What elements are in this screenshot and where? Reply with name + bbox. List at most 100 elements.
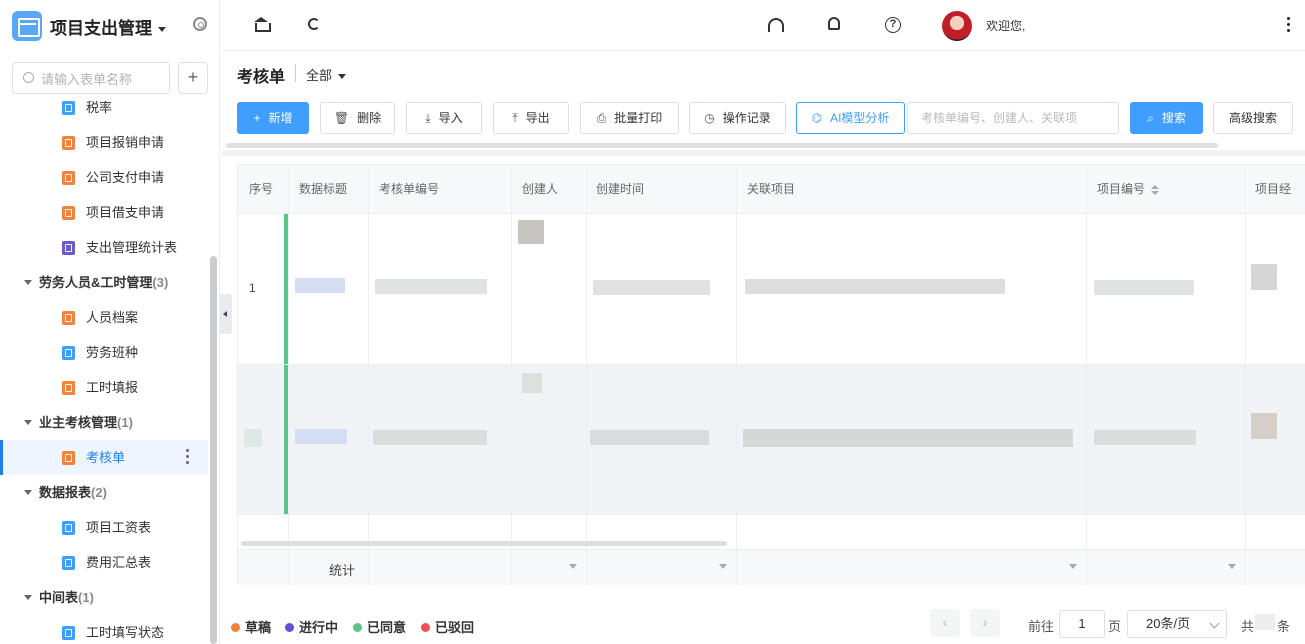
app-logo-icon	[12, 11, 42, 41]
caret-down-icon	[24, 490, 32, 495]
column-header-created-time[interactable]: 创建时间	[596, 165, 645, 213]
page-size-select[interactable]: 20条/页	[1127, 610, 1227, 638]
add-button[interactable]: + 新增	[237, 102, 309, 134]
sidebar-item-project-payroll[interactable]: 项目工资表	[0, 510, 208, 545]
download-icon: ⤓	[425, 111, 431, 125]
caret-down-icon[interactable]	[1228, 564, 1236, 569]
row-index: 1	[249, 281, 256, 295]
avatar[interactable]	[942, 11, 972, 41]
sidebar-group-intermediate[interactable]: 中间表(1)	[0, 580, 208, 615]
sidebar-item-label: 考核单	[86, 450, 126, 465]
advanced-search-label: 高级搜索	[1228, 111, 1277, 125]
redacted-title[interactable]	[295, 278, 345, 293]
redacted-row-index	[244, 429, 262, 447]
sidebar-item-label: 工时填报	[86, 380, 139, 395]
sidebar-item-expense-stats[interactable]: 支出管理统计表	[0, 230, 208, 265]
prev-page-button[interactable]: ‹	[930, 609, 960, 637]
goto-suffix: 页	[1108, 619, 1122, 634]
sort-icon[interactable]	[1151, 184, 1160, 195]
sidebar-item-label: 劳务班种	[86, 345, 139, 360]
sidebar-item-personnel-archive[interactable]: 人员档案	[0, 300, 208, 335]
table-search-input[interactable]	[908, 103, 1118, 133]
headset-icon[interactable]	[768, 18, 784, 32]
sidebar-item-label: 人员档案	[86, 310, 139, 325]
sidebar-item-project-loan[interactable]: 项目借支申请	[0, 195, 208, 230]
ai-analysis-button[interactable]: ⌬ AI模型分析	[796, 102, 905, 134]
sidebar-item-assessment-form[interactable]: 考核单	[0, 440, 208, 475]
search-button-label: 搜索	[1161, 111, 1186, 125]
redacted-project-no	[1094, 280, 1194, 295]
total-suffix: 条	[1277, 619, 1291, 634]
column-header-related-project[interactable]: 关联项目	[747, 165, 796, 213]
next-page-button[interactable]: ›	[970, 609, 1000, 637]
caret-down-icon	[158, 27, 166, 33]
column-header-project-manager[interactable]: 项目经	[1255, 165, 1292, 213]
column-header-label: 项目编号	[1097, 182, 1146, 196]
sidebar-item-tax-rate[interactable]: 税率	[0, 90, 208, 125]
redacted-creator-avatar	[522, 373, 542, 393]
page-title: 考核单	[237, 69, 286, 86]
column-header-index: 序号	[249, 165, 274, 213]
form-icon	[62, 206, 75, 220]
ai-robot-icon: ⌬	[811, 111, 823, 125]
bank-icon[interactable]	[254, 17, 271, 33]
column-header-assessment-no[interactable]: 考核单编号	[379, 165, 440, 213]
delete-button[interactable]: 🗑 删除	[320, 102, 395, 134]
ai-analysis-label: AI模型分析	[830, 111, 890, 125]
status-dot-icon	[231, 623, 240, 632]
toolbar-scrollbar[interactable]	[226, 143, 1218, 148]
gear-icon[interactable]	[193, 17, 207, 31]
chevron-down-icon	[1209, 618, 1220, 629]
delete-button-label: 删除	[357, 111, 382, 125]
sidebar-item-expense-summary[interactable]: 费用汇总表	[0, 545, 208, 580]
upload-icon: ⤒	[512, 111, 518, 125]
advanced-search-button[interactable]: 高级搜索	[1213, 102, 1293, 134]
sidebar-group-owner-assessment[interactable]: 业主考核管理(1)	[0, 405, 208, 440]
sidebar-item-timesheet[interactable]: 工时填报	[0, 370, 208, 405]
refresh-icon[interactable]	[308, 18, 320, 30]
export-button[interactable]: ⤒ 导出	[493, 102, 569, 134]
app-title[interactable]: 项目支出管理	[50, 14, 166, 39]
search-button[interactable]: ⌕ 搜索	[1130, 102, 1203, 134]
column-header-project-no[interactable]: 项目编号	[1097, 165, 1160, 213]
import-button[interactable]: ⤓ 导入	[406, 102, 482, 134]
sidebar-item-timesheet-status[interactable]: 工时填写状态	[0, 615, 208, 644]
help-icon[interactable]: ?	[885, 17, 901, 33]
column-header-creator[interactable]: 创建人	[522, 165, 559, 213]
column-divider	[1086, 165, 1087, 585]
sidebar-item-project-reimbursement[interactable]: 项目报销申请	[0, 125, 208, 160]
table-scrollbar[interactable]	[241, 541, 727, 546]
column-divider	[1245, 165, 1246, 585]
sidebar-scrollbar[interactable]	[210, 256, 217, 644]
sidebar-item-label: 工时填写状态	[86, 625, 165, 640]
printer-icon: ⎙	[596, 111, 607, 125]
column-header-data-title[interactable]: 数据标题	[299, 165, 348, 213]
caret-down-icon[interactable]	[569, 564, 577, 569]
batch-print-button[interactable]: ⎙ 批量打印	[580, 102, 679, 134]
sidebar-item-company-payment[interactable]: 公司支付申请	[0, 160, 208, 195]
collapse-sidebar-toggle[interactable]	[220, 294, 232, 334]
redacted-assessment-no	[373, 430, 487, 445]
page-number-input[interactable]: 1	[1059, 610, 1105, 638]
view-filter-dropdown[interactable]: 全部	[306, 65, 347, 84]
redacted-project-no	[1094, 430, 1196, 445]
bell-icon[interactable]	[828, 17, 840, 30]
welcome-text: 欢迎您,	[986, 19, 1026, 33]
caret-down-icon[interactable]	[1069, 564, 1077, 569]
redacted-created-time	[590, 430, 709, 445]
sidebar-group-data-report[interactable]: 数据报表(2)	[0, 475, 208, 510]
sidebar-item-labor-shift[interactable]: 劳务班种	[0, 335, 208, 370]
table-search-field	[907, 102, 1119, 134]
redacted-related-project[interactable]	[745, 279, 1005, 294]
more-vertical-icon[interactable]	[1287, 17, 1291, 35]
redacted-related-project[interactable]	[743, 429, 1073, 447]
export-button-label: 导出	[525, 111, 550, 125]
form-search-input[interactable]	[41, 69, 166, 89]
redacted-title[interactable]	[295, 429, 347, 444]
more-vertical-icon[interactable]	[186, 449, 190, 467]
sidebar-group-labor[interactable]: 劳务人员&工时管理(3)	[0, 265, 208, 300]
sidebar: 项目支出管理 + 税率 项目报销申请 公司支付申请 项目借支申请 支出管理统计表…	[0, 0, 220, 644]
caret-down-icon[interactable]	[719, 564, 727, 569]
operation-log-button[interactable]: ◷ 操作记录	[689, 102, 786, 134]
total-prefix: 共	[1241, 619, 1255, 634]
